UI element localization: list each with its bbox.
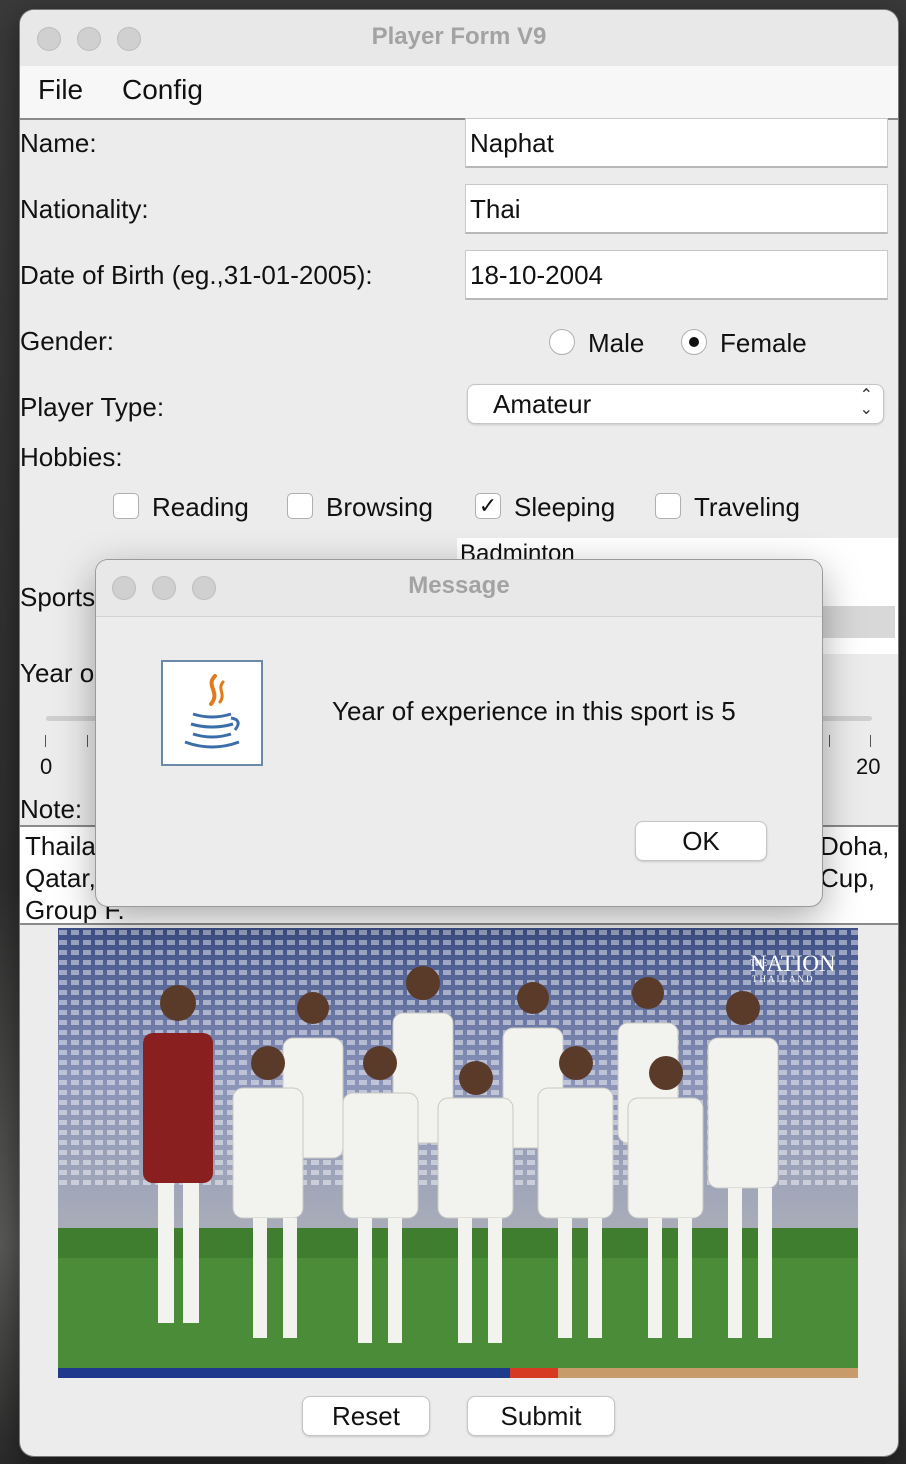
player-type-label: Player Type: bbox=[20, 392, 165, 422]
gender-label: Gender: bbox=[20, 326, 114, 356]
dialog-message: Year of experience in this sport is 5 bbox=[332, 696, 736, 726]
hobby-reading-checkbox[interactable] bbox=[113, 493, 139, 519]
slider-tick bbox=[829, 735, 830, 747]
dob-label: Date of Birth (eg.,31-01-2005): bbox=[20, 260, 373, 290]
message-dialog: Message Year of experience in this sport… bbox=[96, 560, 822, 906]
nationality-field[interactable]: Thai bbox=[465, 184, 888, 234]
name-label: Name: bbox=[20, 128, 97, 158]
hobbies-label: Hobbies: bbox=[20, 442, 123, 472]
hobby-sleeping-checkbox[interactable]: ✓ bbox=[475, 493, 501, 519]
gender-male-label: Male bbox=[588, 328, 645, 358]
note-label: Note: bbox=[20, 794, 83, 824]
hobby-sleeping-label: Sleeping bbox=[514, 492, 616, 522]
slider-max-label: 20 bbox=[856, 754, 881, 779]
checkmark-icon: ✓ bbox=[478, 493, 498, 518]
menu-bar: File Config bbox=[20, 66, 898, 120]
hobby-traveling-checkbox[interactable] bbox=[655, 493, 681, 519]
note-line-1-end: Doha, bbox=[820, 831, 890, 861]
submit-button[interactable]: Submit bbox=[467, 1396, 615, 1436]
photo-watermark-bottom: THAILAND bbox=[752, 974, 815, 984]
menu-config[interactable]: Config bbox=[122, 74, 203, 106]
player-type-value: Amateur bbox=[493, 389, 592, 419]
slider-min-label: 0 bbox=[40, 754, 53, 779]
experience-label: Year o bbox=[20, 658, 95, 688]
slider-tick bbox=[45, 735, 46, 747]
name-field[interactable]: Naphat bbox=[465, 118, 888, 168]
gender-female-radio[interactable] bbox=[681, 329, 707, 355]
note-line-2-end: Cup, bbox=[820, 863, 875, 893]
dob-field[interactable]: 18-10-2004 bbox=[465, 250, 888, 300]
hobby-traveling-label: Traveling bbox=[694, 492, 800, 522]
reset-button[interactable]: Reset bbox=[302, 1396, 430, 1436]
dialog-title: Message bbox=[408, 572, 510, 599]
slider-tick bbox=[87, 735, 88, 747]
window-titlebar[interactable]: Player Form V9 bbox=[20, 10, 898, 67]
slider-tick bbox=[870, 735, 871, 747]
hobby-browsing-checkbox[interactable] bbox=[287, 493, 313, 519]
photo-watermark: NATION bbox=[750, 951, 836, 976]
team-photo: THE NATION THAILAND bbox=[58, 928, 858, 1378]
hobby-browsing-label: Browsing bbox=[326, 492, 433, 522]
chevron-updown-icon: ⌃ ⌄ bbox=[859, 387, 873, 418]
ok-button[interactable]: OK bbox=[635, 821, 767, 861]
gender-female-label: Female bbox=[720, 328, 807, 358]
window-title: Player Form V9 bbox=[371, 23, 547, 50]
dialog-titlebar[interactable]: Message bbox=[96, 560, 822, 617]
hobby-reading-label: Reading bbox=[152, 492, 249, 522]
sports-label: Sports bbox=[20, 582, 96, 612]
gender-male-radio[interactable] bbox=[549, 329, 575, 355]
menu-file[interactable]: File bbox=[38, 74, 83, 106]
java-coffee-cup-icon bbox=[161, 660, 263, 766]
nationality-label: Nationality: bbox=[20, 194, 149, 224]
player-type-select[interactable]: Amateur ⌃ ⌄ bbox=[467, 384, 884, 424]
